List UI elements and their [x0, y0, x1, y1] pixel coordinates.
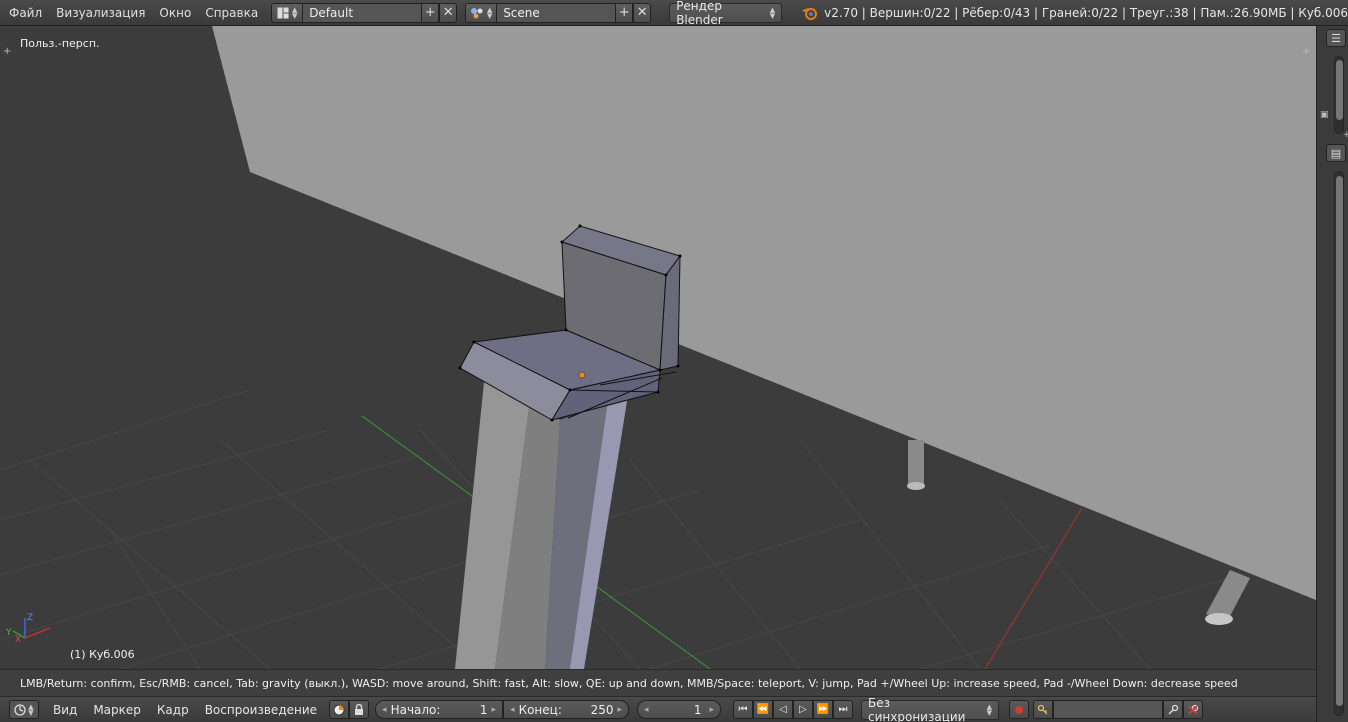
axis-z-label: Z — [27, 613, 33, 623]
insert-keyframe-button[interactable] — [1163, 700, 1184, 719]
jump-keyframe-forward-button[interactable]: ⏩ — [813, 700, 834, 719]
menu-playback[interactable]: Воспроизведение — [197, 703, 325, 717]
clock-icon — [14, 703, 26, 716]
properties-scrollbar[interactable] — [1334, 171, 1344, 716]
timeline-header: ▲ ▼ Вид Маркер Кадр Воспроизведение ◂ Нач… — [0, 696, 1316, 722]
increment-icon[interactable]: ▸ — [492, 705, 497, 715]
end-frame-field[interactable]: ◂ Конец: 250 ▸ — [503, 700, 630, 719]
add-scene-button[interactable]: + — [615, 2, 634, 23]
menu-marker[interactable]: Маркер — [85, 703, 149, 717]
object-origin-point — [578, 371, 586, 379]
start-frame-label: Начало: — [390, 702, 441, 717]
active-object-label: (1) Куб.006 — [70, 648, 135, 661]
scene-statistics: v2.70 | Вершин:0/22 | Рёбер:0/43 | Гране… — [824, 5, 1348, 20]
updown-icon: ▲ ▼ — [28, 702, 34, 717]
column-object — [455, 382, 628, 669]
sync-mode-dropdown[interactable]: Без синхронизации ▲ ▼ — [861, 696, 1000, 722]
sync-mode-label: Без синхронизации — [868, 695, 966, 722]
menu-view[interactable]: Вид — [45, 703, 85, 717]
record-icon — [1015, 705, 1024, 714]
scene-name-field[interactable]: Scene — [497, 2, 616, 23]
3d-viewport[interactable]: Z Y X Польз.-персп. (1) Куб.006 + + — [0, 26, 1316, 669]
current-frame-field[interactable]: ◂ 1 ▸ — [637, 700, 722, 719]
properties-icon[interactable]: ▤ — [1326, 144, 1346, 162]
scene-selector: ▲ ▼ Scene + ✕ — [465, 2, 652, 23]
layout-selector: ▲ ▼ Default + ✕ — [271, 2, 458, 23]
updown-icon: ▲ ▼ — [486, 5, 493, 20]
wall-plane — [212, 26, 1316, 600]
properties-scroll-thumb[interactable] — [1336, 176, 1343, 706]
menu-help[interactable]: Справка — [198, 0, 265, 26]
jump-start-button[interactable]: ⏮ — [733, 700, 754, 719]
keying-set-icon[interactable] — [1033, 700, 1054, 719]
add-icon[interactable]: + — [1343, 130, 1348, 140]
render-engine-dropdown[interactable]: Рендер Blender ▲ ▼ — [669, 0, 783, 27]
delete-keyframe-button[interactable] — [1183, 700, 1204, 719]
increment-icon[interactable]: ▸ — [618, 705, 623, 715]
playback-controls: ⏮ ⏪ ◁ ▷ ⏩ ⏭ — [733, 700, 854, 719]
preview-range-icon[interactable] — [329, 700, 350, 719]
outliner-icon[interactable]: ☰ — [1326, 29, 1346, 47]
menu-window[interactable]: Окно — [152, 0, 198, 26]
x-axis-line — [984, 507, 1083, 669]
jump-end-button[interactable]: ⏭ — [833, 700, 854, 719]
axis-y-label: Y — [5, 628, 12, 638]
increment-icon[interactable]: ▸ — [710, 705, 715, 715]
viewport-scene: Z Y X — [0, 26, 1316, 669]
render-engine-label: Рендер Blender — [676, 0, 723, 27]
view-name-label: Польз.-персп. — [20, 37, 100, 50]
jump-keyframe-back-button[interactable]: ⏪ — [753, 700, 774, 719]
menu-frame[interactable]: Кадр — [149, 703, 197, 717]
outliner-scrollbar[interactable] — [1334, 56, 1344, 134]
operator-status-bar: LMB/Return: confirm, Esc/RMB: cancel, Ta… — [0, 669, 1316, 697]
start-frame-value: 1 — [479, 702, 488, 717]
blender-logo-icon — [802, 6, 818, 20]
start-frame-field[interactable]: ◂ Начало: 1 ▸ — [375, 700, 504, 719]
toolshelf-toggle-icon[interactable]: + — [3, 46, 11, 57]
menu-file[interactable]: Файл — [0, 0, 49, 26]
key-icon — [1168, 704, 1179, 714]
updown-icon: ▲ ▼ — [986, 702, 993, 717]
record-button[interactable] — [1009, 700, 1030, 719]
add-layout-button[interactable]: + — [421, 2, 440, 23]
decrement-icon[interactable]: ◂ — [644, 705, 649, 715]
editor-type-button[interactable]: ▲ ▼ — [9, 700, 39, 719]
right-panel: ☰ ▣ + ▤ — [1316, 26, 1348, 722]
delete-layout-button[interactable]: ✕ — [439, 2, 458, 23]
camera-icon: ▣ — [1320, 110, 1329, 120]
layout-name-field[interactable]: Default — [303, 2, 422, 23]
decrement-icon[interactable]: ◂ — [382, 705, 387, 715]
keying-set-field[interactable] — [1053, 700, 1164, 719]
end-frame-label: Конец: — [518, 702, 562, 717]
outliner-scroll-thumb[interactable] — [1336, 60, 1343, 120]
layout-icon[interactable]: ▲ ▼ — [271, 2, 304, 23]
axis-gizmo: Z Y X — [5, 613, 51, 645]
scene-icon[interactable]: ▲ ▼ — [465, 2, 498, 23]
updown-icon: ▲ ▼ — [291, 5, 298, 20]
updown-icon: ▲ ▼ — [769, 5, 776, 20]
properties-toggle-icon[interactable]: + — [1302, 46, 1310, 57]
menu-render[interactable]: Визуализация — [49, 0, 152, 26]
info-header: Файл Визуализация Окно Справка ▲ ▼ Defaul… — [0, 0, 1348, 27]
decrement-icon[interactable]: ◂ — [510, 705, 515, 715]
lock-icon[interactable] — [349, 700, 370, 719]
range-buttons — [329, 700, 370, 719]
play-reverse-button[interactable]: ◁ — [773, 700, 794, 719]
end-frame-value: 250 — [590, 702, 614, 717]
play-button[interactable]: ▷ — [793, 700, 814, 719]
current-frame-value: 1 — [693, 702, 702, 717]
delete-scene-button[interactable]: ✕ — [633, 2, 652, 23]
delete-key-icon — [1188, 704, 1199, 715]
axis-x-label: X — [15, 635, 21, 645]
